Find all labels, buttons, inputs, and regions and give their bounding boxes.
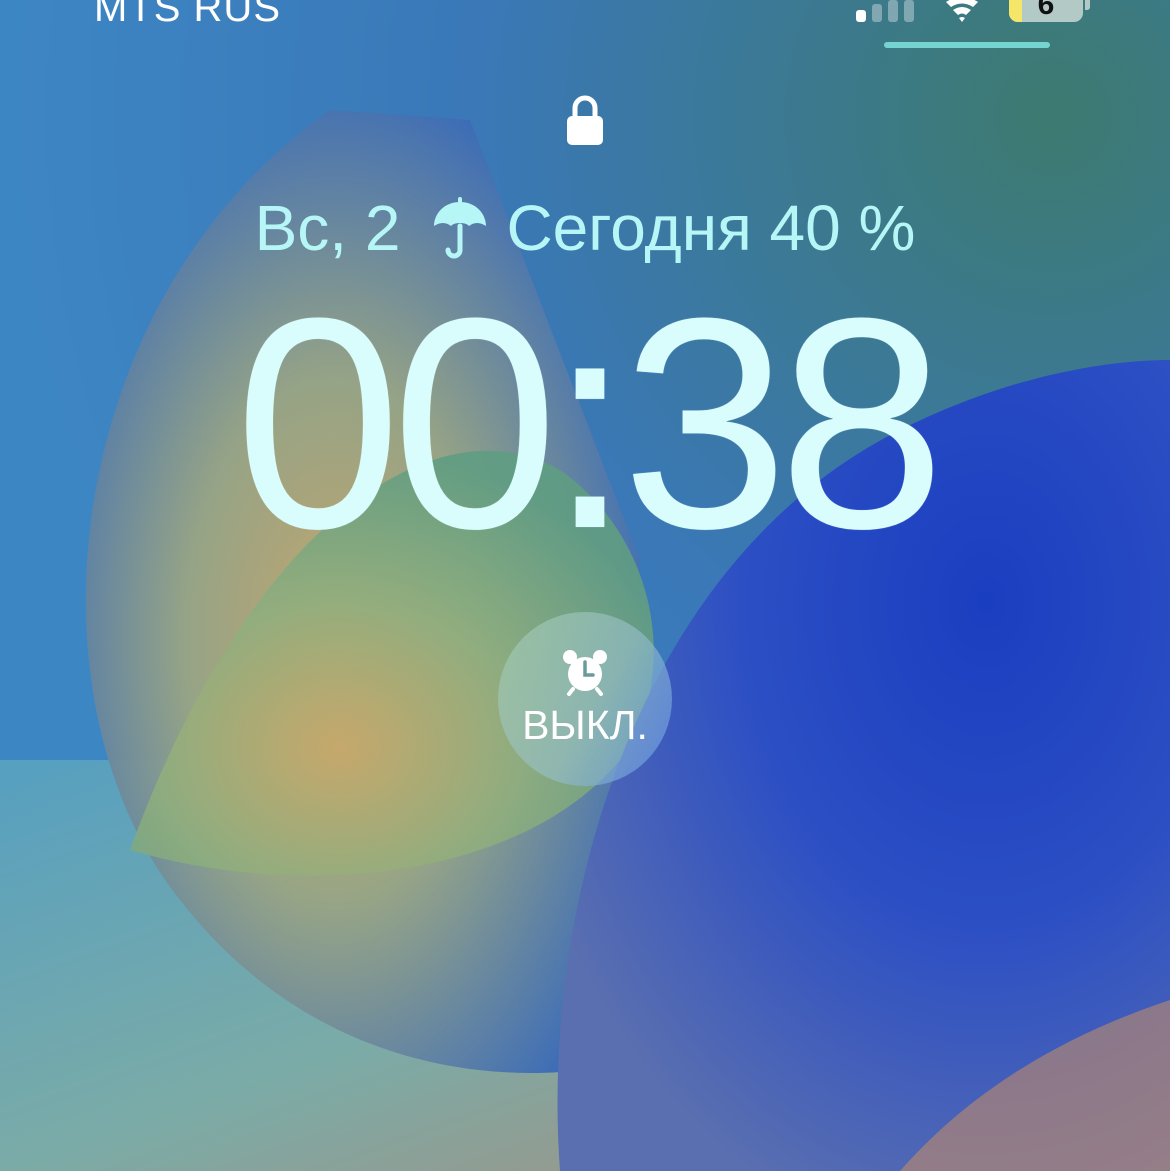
date-text: Вс, 2 — [254, 192, 401, 264]
umbrella-icon — [434, 197, 487, 259]
wifi-icon — [946, 0, 978, 22]
alarm-widget[interactable]: ВЫКЛ. — [498, 612, 672, 786]
battery-indicator: 6 — [1009, 0, 1083, 22]
battery-tip — [1085, 0, 1090, 10]
battery-level-text: 6 — [1037, 0, 1055, 21]
lock-icon — [567, 95, 603, 145]
control-center-grabber[interactable] — [884, 42, 1050, 48]
carrier-name: MTS RUS — [94, 0, 281, 30]
weather-forecast-text: Сегодня 40 % — [506, 192, 916, 264]
lock-screen-clock: 00:38 — [234, 255, 946, 591]
alarm-clock-icon — [563, 650, 607, 696]
cellular-signal-icon — [856, 0, 916, 22]
alarm-status-label: ВЫКЛ. — [522, 702, 648, 748]
